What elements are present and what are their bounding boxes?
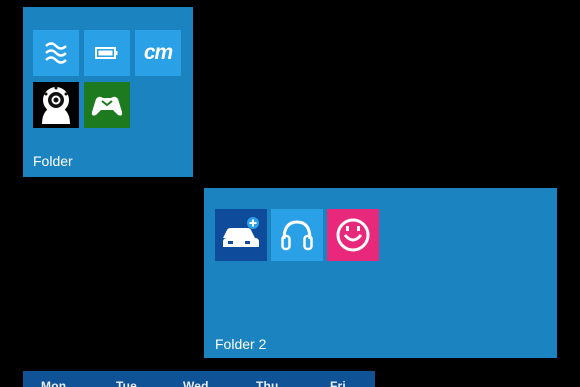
day-thu: Thu: [256, 379, 279, 387]
day-wed: Wed: [183, 379, 209, 387]
webcam-tile[interactable]: [33, 82, 79, 128]
smiley-tile[interactable]: [327, 209, 379, 261]
battery-icon: [95, 47, 118, 59]
webcam-icon: [33, 82, 79, 128]
cm-tile[interactable]: cm: [135, 30, 181, 76]
waves-tile[interactable]: [33, 30, 79, 76]
folder-1[interactable]: cm Folder: [23, 7, 193, 177]
day-tue: Tue: [116, 379, 138, 387]
cm-app-icon: cm: [143, 41, 173, 64]
calendar-tile[interactable]: Mon Tue Wed Thu Fri: [23, 371, 375, 387]
headphones-icon: [281, 220, 313, 251]
folder-2[interactable]: Folder 2: [204, 188, 557, 358]
smiley-icon: [336, 218, 370, 252]
day-mon: Mon: [41, 379, 67, 387]
folder-2-label: Folder 2: [215, 336, 267, 352]
folder-1-label: Folder: [33, 153, 73, 169]
xbox-tile[interactable]: [84, 82, 130, 128]
car-add-icon: [223, 217, 259, 247]
day-fri: Fri: [330, 379, 346, 387]
xbox-icon: [91, 96, 123, 116]
car-add-tile[interactable]: [215, 209, 267, 261]
headphones-tile[interactable]: [271, 209, 323, 261]
battery-tile[interactable]: [84, 30, 130, 76]
waves-icon: [45, 42, 67, 64]
